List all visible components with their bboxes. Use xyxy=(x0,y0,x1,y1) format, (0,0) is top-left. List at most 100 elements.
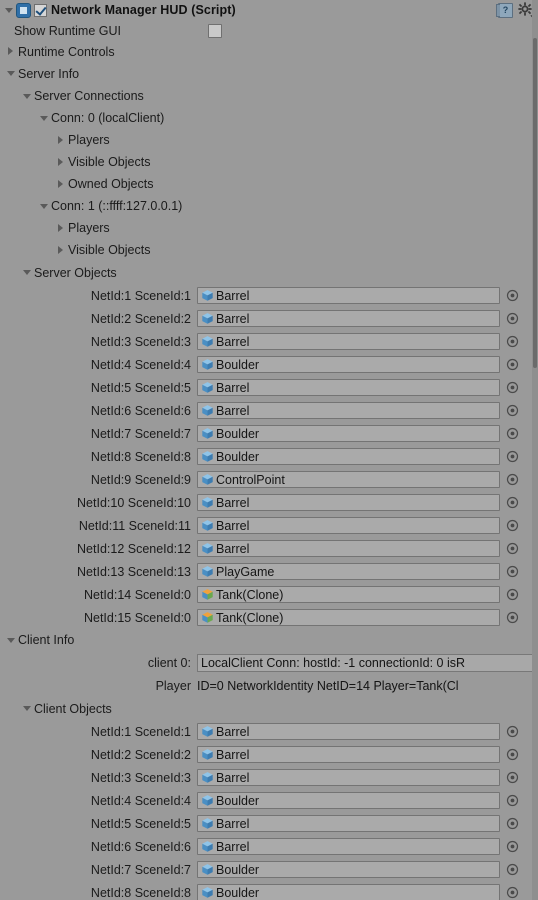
chevron-down-icon[interactable] xyxy=(39,113,50,124)
client-object-object-field[interactable]: Barrel xyxy=(197,746,500,763)
component-foldout-triangle[interactable] xyxy=(4,5,15,16)
table-row: NetId:6 SceneId:6 Barrel xyxy=(0,835,538,858)
component-header[interactable]: Network Manager HUD (Script) ? xyxy=(0,0,538,20)
object-picker-icon[interactable] xyxy=(506,404,519,417)
object-picker-icon[interactable] xyxy=(506,863,519,876)
chevron-right-icon[interactable] xyxy=(56,179,67,190)
component-enabled-checkbox[interactable] xyxy=(34,3,47,17)
object-picker-icon[interactable] xyxy=(506,358,519,371)
server-object-object-field[interactable]: Barrel xyxy=(197,287,500,304)
scene-cube-icon xyxy=(201,450,214,463)
chevron-right-icon[interactable] xyxy=(56,135,67,146)
foldout-conn0-visible-objects[interactable]: Visible Objects xyxy=(0,151,538,173)
object-picker-icon[interactable] xyxy=(506,289,519,302)
chevron-down-icon[interactable] xyxy=(39,201,50,212)
foldout-conn0-players[interactable]: Players xyxy=(0,129,538,151)
object-picker-icon[interactable] xyxy=(506,496,519,509)
client-object-object-field[interactable]: Boulder xyxy=(197,792,500,809)
foldout-runtime-controls[interactable]: Runtime Controls xyxy=(0,41,538,62)
server-object-object-field[interactable]: Barrel xyxy=(197,333,500,350)
server-object-object-field[interactable]: Tank(Clone) xyxy=(197,586,500,603)
foldout-connection-1[interactable]: Conn: 1 (::ffff:127.0.0.1) xyxy=(0,195,538,217)
server-object-object-field[interactable]: Barrel xyxy=(197,540,500,557)
foldout-conn1-visible-objects[interactable]: Visible Objects xyxy=(0,239,538,261)
server-object-row-label: NetId:10 SceneId:10 xyxy=(77,495,191,510)
chevron-down-icon[interactable] xyxy=(6,635,17,646)
foldout-server-objects[interactable]: Server Objects xyxy=(0,261,538,284)
object-picker-icon[interactable] xyxy=(506,381,519,394)
server-object-row-label: NetId:7 SceneId:7 xyxy=(90,426,191,441)
conn0-visible-objects-label: Visible Objects xyxy=(68,155,151,169)
server-object-object-field[interactable]: Barrel xyxy=(197,379,500,396)
foldout-server-connections[interactable]: Server Connections xyxy=(0,85,538,107)
client-object-object-field[interactable]: Barrel xyxy=(197,769,500,786)
server-object-object-field[interactable]: Tank(Clone) xyxy=(197,609,500,626)
foldout-conn0-owned-objects[interactable]: Owned Objects xyxy=(0,173,538,195)
object-field-value: Tank(Clone) xyxy=(216,587,284,602)
object-picker-icon[interactable] xyxy=(506,588,519,601)
object-picker-icon[interactable] xyxy=(506,748,519,761)
object-picker-icon[interactable] xyxy=(506,450,519,463)
prefab-cube-icon xyxy=(201,588,214,601)
object-picker-icon[interactable] xyxy=(506,886,519,899)
client-object-object-field[interactable]: Boulder xyxy=(197,861,500,878)
object-picker-icon[interactable] xyxy=(506,771,519,784)
object-picker-icon[interactable] xyxy=(506,312,519,325)
client-object-object-field[interactable]: Barrel xyxy=(197,838,500,855)
object-picker-icon[interactable] xyxy=(506,542,519,555)
object-picker-icon[interactable] xyxy=(506,794,519,807)
object-picker-icon[interactable] xyxy=(506,565,519,578)
object-picker-icon[interactable] xyxy=(506,427,519,440)
server-object-row-label: NetId:3 SceneId:3 xyxy=(90,334,191,349)
foldout-conn1-players[interactable]: Players xyxy=(0,217,538,239)
server-object-row-label: NetId:8 SceneId:8 xyxy=(90,449,191,464)
object-field-value: PlayGame xyxy=(216,564,275,579)
foldout-server-info[interactable]: Server Info xyxy=(0,62,538,85)
chevron-down-icon[interactable] xyxy=(22,267,33,278)
client-object-row-label: NetId:4 SceneId:4 xyxy=(90,793,191,808)
scene-cube-icon xyxy=(201,289,214,302)
chevron-right-icon[interactable] xyxy=(56,223,67,234)
server-object-object-field[interactable]: Barrel xyxy=(197,402,500,419)
server-object-object-field[interactable]: Barrel xyxy=(197,494,500,511)
chevron-down-icon[interactable] xyxy=(22,91,33,102)
server-object-object-field[interactable]: Boulder xyxy=(197,425,500,442)
server-object-object-field[interactable]: ControlPoint xyxy=(197,471,500,488)
foldout-connection-0[interactable]: Conn: 0 (localClient) xyxy=(0,107,538,129)
object-picker-icon[interactable] xyxy=(506,817,519,830)
chevron-down-icon[interactable] xyxy=(6,68,17,79)
object-picker-icon[interactable] xyxy=(506,473,519,486)
object-field-value: Barrel xyxy=(216,311,250,326)
foldout-client-info[interactable]: Client Info xyxy=(0,629,538,651)
server-object-object-field[interactable]: PlayGame xyxy=(197,563,500,580)
object-field-value: Barrel xyxy=(216,518,250,533)
object-picker-icon[interactable] xyxy=(506,519,519,532)
chevron-right-icon[interactable] xyxy=(56,157,67,168)
show-runtime-gui-checkbox[interactable] xyxy=(208,23,222,38)
object-field-value: Barrel xyxy=(216,334,250,349)
object-picker-icon[interactable] xyxy=(506,335,519,348)
chevron-right-icon[interactable] xyxy=(6,46,17,57)
help-icon[interactable]: ? xyxy=(496,2,513,18)
chevron-down-icon[interactable] xyxy=(22,703,33,714)
scene-cube-icon xyxy=(201,565,214,578)
server-object-object-field[interactable]: Barrel xyxy=(197,310,500,327)
client-0-value-field[interactable]: LocalClient Conn: hostId: -1 connectionI… xyxy=(197,653,538,672)
client-object-row-label: NetId:8 SceneId:8 xyxy=(90,885,191,900)
player-value: ID=0 NetworkIdentity NetID=14 Player=Tan… xyxy=(197,678,459,693)
client-object-object-field[interactable]: Boulder xyxy=(197,884,500,900)
object-field-value: Boulder xyxy=(216,426,260,441)
server-object-object-field[interactable]: Boulder xyxy=(197,356,500,373)
client-object-object-field[interactable]: Barrel xyxy=(197,815,500,832)
table-row: NetId:2 SceneId:2 Barrel xyxy=(0,307,538,330)
server-object-object-field[interactable]: Barrel xyxy=(197,517,500,534)
client-object-object-field[interactable]: Barrel xyxy=(197,723,500,740)
scrollbar-thumb[interactable] xyxy=(533,38,537,368)
server-object-object-field[interactable]: Boulder xyxy=(197,448,500,465)
foldout-client-objects[interactable]: Client Objects xyxy=(0,697,538,720)
vertical-scrollbar[interactable] xyxy=(532,0,538,900)
object-picker-icon[interactable] xyxy=(506,611,519,624)
chevron-right-icon[interactable] xyxy=(56,245,67,256)
object-picker-icon[interactable] xyxy=(506,725,519,738)
object-picker-icon[interactable] xyxy=(506,840,519,853)
